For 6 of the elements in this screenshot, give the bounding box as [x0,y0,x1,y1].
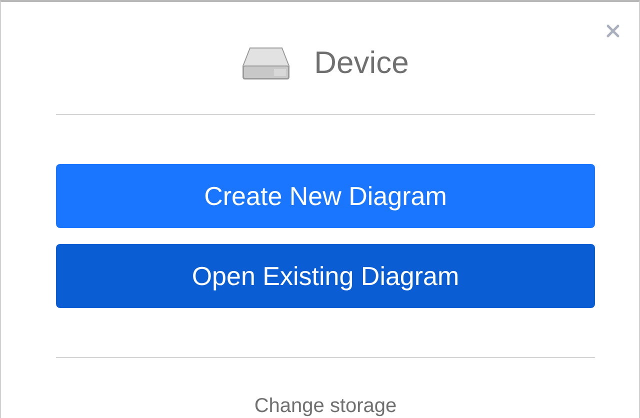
hard-drive-icon [242,46,290,80]
close-icon[interactable] [606,24,620,38]
open-diagram-button[interactable]: Open Existing Diagram [56,244,595,308]
change-storage-link[interactable]: Change storage [254,396,397,416]
create-diagram-button[interactable]: Create New Diagram [56,164,595,228]
dialog-title: Device [314,44,409,82]
